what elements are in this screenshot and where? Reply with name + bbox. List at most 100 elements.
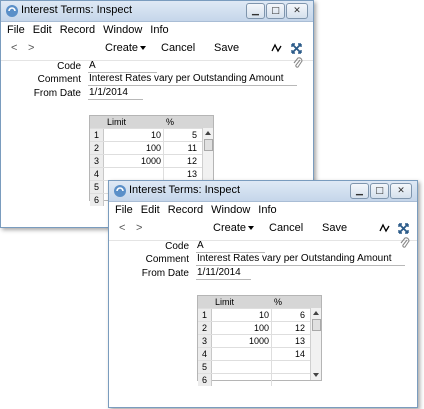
close-button[interactable]: ✕ <box>390 183 412 199</box>
limit-cell[interactable] <box>212 361 272 373</box>
col-header-limit: Limit <box>215 297 235 307</box>
percent-cell[interactable]: 14 <box>272 348 305 360</box>
col-header-limit: Limit <box>107 117 127 127</box>
next-record-button[interactable]: > <box>28 42 34 54</box>
menu-window[interactable]: Window <box>211 204 250 216</box>
app-swirl-icon <box>6 5 18 17</box>
maximize-button[interactable]: □ <box>370 183 389 199</box>
grid-scrollbar[interactable] <box>310 308 321 380</box>
close-button[interactable]: ✕ <box>286 3 308 19</box>
button-bar: < > Create Cancel Save <box>109 218 417 241</box>
minimize-button[interactable]: ▁ <box>246 3 265 19</box>
from-date-field[interactable]: 1/1/2014 <box>88 87 143 100</box>
create-button[interactable]: Create <box>105 42 147 54</box>
table-row[interactable]: 4 14 <box>198 347 321 360</box>
row-number: 1 <box>90 129 104 141</box>
limit-cell[interactable]: 10 <box>212 309 272 321</box>
table-row[interactable]: 1 10 5 <box>90 128 213 141</box>
save-button[interactable]: Save <box>214 42 239 54</box>
window-title: Interest Terms: Inspect <box>129 184 241 196</box>
create-button[interactable]: Create <box>213 222 255 234</box>
from-date-field[interactable]: 1/11/2014 <box>196 267 251 280</box>
limit-cell[interactable]: 10 <box>104 129 164 141</box>
comment-field[interactable]: Interest Rates vary per Outstanding Amou… <box>88 73 297 86</box>
percent-cell[interactable]: 12 <box>164 155 197 167</box>
limit-cell[interactable]: 1000 <box>212 335 272 347</box>
row-number: 2 <box>198 322 212 334</box>
paperclip-icon[interactable] <box>400 237 410 249</box>
table-row[interactable]: 1 10 6 <box>198 308 321 321</box>
percent-cell[interactable]: 11 <box>164 142 197 154</box>
inspect-window-front[interactable]: Interest Terms: Inspect ▁ □ ✕ File Edit … <box>108 180 418 408</box>
prev-record-button[interactable]: < <box>11 42 17 54</box>
percent-cell[interactable]: 6 <box>272 309 305 321</box>
limit-rate-grid[interactable]: Limit % 1 10 6 2 100 12 3 1000 13 4 14 5 <box>197 295 322 386</box>
signature-icon[interactable] <box>379 223 391 233</box>
percent-cell[interactable]: 12 <box>272 322 305 334</box>
paperclip-icon[interactable] <box>293 57 303 69</box>
col-header-percent: % <box>166 117 175 127</box>
table-row[interactable]: 3 1000 12 <box>90 154 213 167</box>
limit-cell[interactable] <box>104 168 164 180</box>
comment-field[interactable]: Interest Rates vary per Outstanding Amou… <box>196 253 405 266</box>
percent-cell[interactable] <box>272 361 305 373</box>
scroll-thumb[interactable] <box>312 319 321 331</box>
scroll-up-icon[interactable] <box>313 311 319 315</box>
scroll-up-icon[interactable] <box>205 131 211 135</box>
scroll-thumb[interactable] <box>204 139 213 151</box>
percent-cell[interactable]: 13 <box>272 335 305 347</box>
title-bar[interactable]: Interest Terms: Inspect ▁ □ ✕ <box>109 181 417 202</box>
menu-record[interactable]: Record <box>168 204 203 216</box>
limit-cell[interactable] <box>212 374 272 386</box>
cancel-button[interactable]: Cancel <box>161 42 195 54</box>
percent-cell[interactable]: 5 <box>164 129 197 141</box>
limit-cell[interactable]: 1000 <box>104 155 164 167</box>
row-number: 1 <box>198 309 212 321</box>
table-row[interactable]: 2 100 11 <box>90 141 213 154</box>
cancel-button[interactable]: Cancel <box>269 222 303 234</box>
expand-arrows-icon[interactable] <box>398 223 409 234</box>
next-record-button[interactable]: > <box>136 222 142 234</box>
table-row[interactable]: 5 <box>198 360 321 373</box>
maximize-icon: □ <box>375 186 384 196</box>
signature-icon[interactable] <box>271 43 283 53</box>
menu-edit[interactable]: Edit <box>33 24 52 36</box>
expand-arrows-icon[interactable] <box>291 43 302 54</box>
save-button[interactable]: Save <box>322 222 347 234</box>
row-number: 5 <box>198 361 212 373</box>
row-number: 2 <box>90 142 104 154</box>
limit-cell[interactable]: 100 <box>212 322 272 334</box>
menu-window[interactable]: Window <box>103 24 142 36</box>
table-row[interactable]: 2 100 12 <box>198 321 321 334</box>
menu-file[interactable]: File <box>7 24 25 36</box>
maximize-button[interactable]: □ <box>266 3 285 19</box>
menu-record[interactable]: Record <box>60 24 95 36</box>
close-icon: ✕ <box>293 6 301 16</box>
table-row[interactable]: 6 <box>198 373 321 386</box>
percent-cell[interactable]: 13 <box>164 168 197 180</box>
button-bar: < > Create Cancel Save <box>1 38 313 61</box>
table-row[interactable]: 4 13 <box>90 167 213 180</box>
title-bar[interactable]: Interest Terms: Inspect ▁ □ ✕ <box>1 1 313 22</box>
prev-record-button[interactable]: < <box>119 222 125 234</box>
grid-header: Limit % <box>198 296 321 308</box>
app-swirl-icon <box>114 185 126 197</box>
code-field[interactable]: A <box>196 240 265 253</box>
row-number: 6 <box>198 374 212 386</box>
percent-cell[interactable] <box>272 374 305 386</box>
menu-edit[interactable]: Edit <box>141 204 160 216</box>
row-number: 6 <box>90 194 104 206</box>
menu-info[interactable]: Info <box>258 204 276 216</box>
row-number: 4 <box>198 348 212 360</box>
menu-info[interactable]: Info <box>150 24 168 36</box>
menu-bar: File Edit Record Window Info <box>1 22 313 38</box>
code-field[interactable]: A <box>88 60 157 73</box>
comment-label: Comment <box>145 254 189 265</box>
table-row[interactable]: 3 1000 13 <box>198 334 321 347</box>
scroll-down-icon[interactable] <box>313 373 319 377</box>
limit-cell[interactable] <box>212 348 272 360</box>
chevron-down-icon <box>140 46 147 51</box>
minimize-button[interactable]: ▁ <box>350 183 369 199</box>
menu-file[interactable]: File <box>115 204 133 216</box>
limit-cell[interactable]: 100 <box>104 142 164 154</box>
